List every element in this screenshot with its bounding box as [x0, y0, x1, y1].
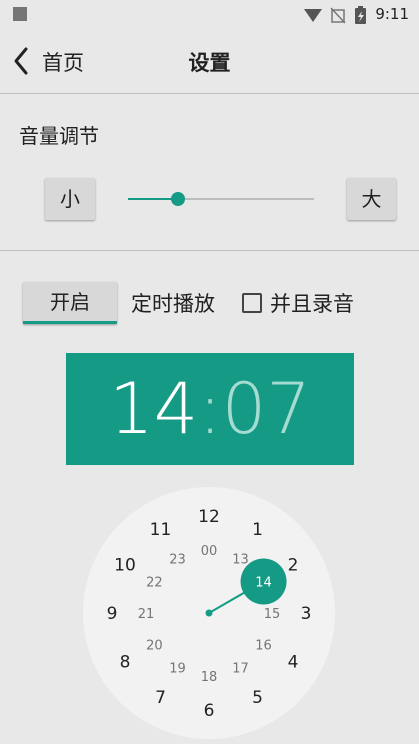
- clock-hour-15[interactable]: 15: [264, 607, 281, 622]
- status-icons: [304, 6, 366, 24]
- clock-hour-00[interactable]: 00: [201, 544, 218, 559]
- clock-hour-8[interactable]: 8: [120, 653, 131, 673]
- clock-hour-6[interactable]: 6: [204, 701, 215, 721]
- clock-hour-18[interactable]: 18: [201, 670, 218, 685]
- time-display: 14:07: [66, 353, 354, 465]
- clock-hour-4[interactable]: 4: [288, 653, 299, 673]
- record-checkbox[interactable]: [242, 293, 262, 313]
- volume-increase-button[interactable]: 大: [347, 178, 396, 220]
- wifi-icon: [304, 9, 322, 22]
- timer-open-button[interactable]: 开启: [23, 282, 117, 324]
- status-bar: 9:11: [0, 0, 419, 30]
- clock-hour-22[interactable]: 22: [146, 576, 163, 591]
- clock-hour-3[interactable]: 3: [301, 604, 312, 624]
- clock-hour-17[interactable]: 17: [232, 662, 249, 677]
- clock-hour-19[interactable]: 19: [169, 662, 186, 677]
- clock-hour-21[interactable]: 21: [138, 607, 155, 622]
- volume-title: 音量调节: [19, 124, 99, 148]
- timer-open-underline: [23, 321, 117, 324]
- clock-center-dot: [205, 609, 213, 617]
- clock-hour-20[interactable]: 20: [146, 639, 163, 654]
- clock-face[interactable]: [83, 487, 335, 739]
- clock-hour-5[interactable]: 5: [252, 688, 263, 708]
- clock-hour-1[interactable]: 1: [252, 520, 263, 540]
- timer-label: 定时播放: [131, 292, 215, 316]
- volume-decrease-button[interactable]: 小: [45, 178, 95, 220]
- section-divider: [0, 250, 419, 251]
- toolbar-divider: [0, 93, 419, 94]
- time-separator: :: [198, 368, 222, 450]
- page-title: 设置: [188, 51, 231, 75]
- clock-hour-2[interactable]: 2: [288, 556, 299, 576]
- minute-display[interactable]: 07: [222, 368, 311, 450]
- clock-hand: [208, 580, 265, 614]
- volume-slider-thumb[interactable]: [171, 192, 186, 206]
- clock-hour-7[interactable]: 7: [155, 688, 166, 708]
- toolbar: 首页 设置: [0, 30, 419, 92]
- timer-open-label: 开启: [50, 290, 90, 314]
- clock-hour-12[interactable]: 12: [198, 507, 220, 527]
- clock-selector[interactable]: [240, 558, 287, 605]
- clock-hour-11[interactable]: 11: [150, 520, 172, 540]
- record-label[interactable]: 并且录音: [270, 288, 354, 318]
- clock-hour-16[interactable]: 16: [255, 639, 272, 654]
- clock-hour-9[interactable]: 9: [107, 604, 118, 624]
- battery-charging-icon: [355, 6, 366, 24]
- clock-hour-23[interactable]: 23: [169, 552, 186, 567]
- clock-hour-13[interactable]: 13: [232, 552, 249, 567]
- clock-hour-14[interactable]: 14: [255, 576, 272, 591]
- hour-display[interactable]: 14: [109, 368, 198, 450]
- clock-hour-10[interactable]: 10: [114, 556, 136, 576]
- volume-slider[interactable]: [128, 190, 314, 208]
- no-signal-icon: [330, 7, 346, 24]
- status-time: 9:11: [375, 5, 409, 23]
- notification-icon: [13, 7, 27, 21]
